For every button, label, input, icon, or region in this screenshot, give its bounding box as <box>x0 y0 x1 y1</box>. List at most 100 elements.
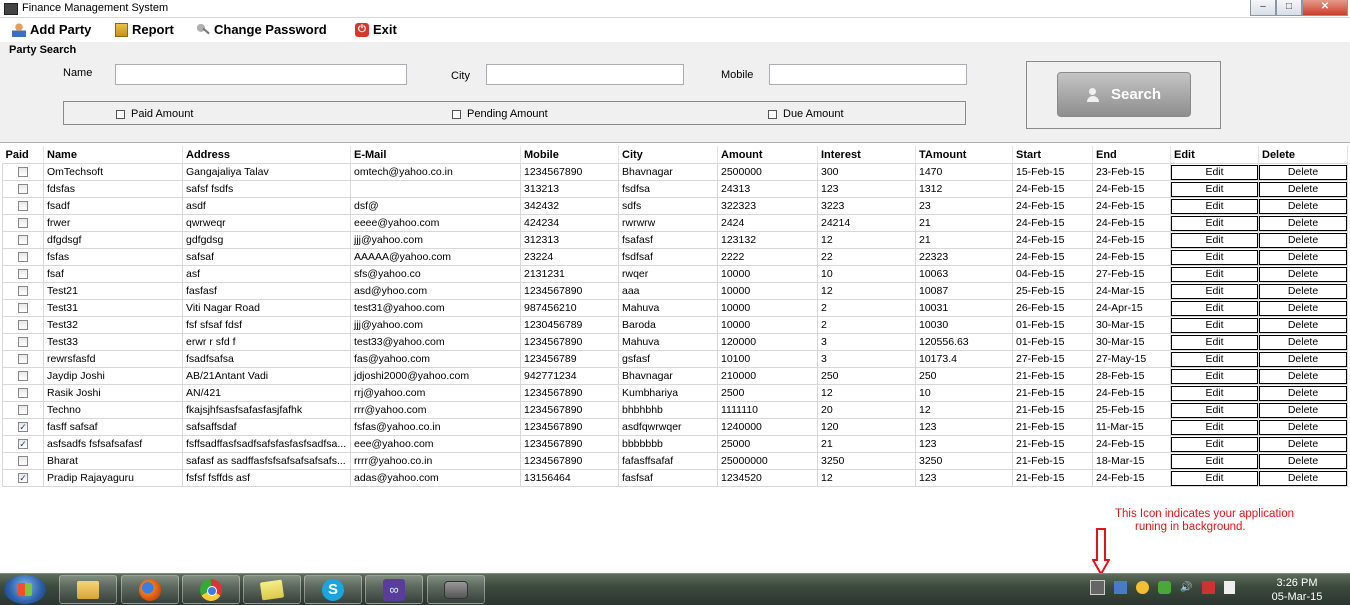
delete-button[interactable]: Delete <box>1259 419 1347 435</box>
delete-button[interactable]: Delete <box>1259 198 1347 214</box>
paid-amount-checkbox[interactable]: Paid Amount <box>116 108 193 120</box>
edit-button[interactable]: Edit <box>1171 266 1258 282</box>
edit-button[interactable]: Edit <box>1171 181 1258 197</box>
edit-button[interactable]: Edit <box>1171 368 1258 384</box>
edit-button[interactable]: Edit <box>1171 453 1258 469</box>
edit-button[interactable]: Edit <box>1171 334 1258 350</box>
delete-button[interactable]: Delete <box>1259 470 1347 486</box>
delete-button[interactable]: Delete <box>1259 215 1347 231</box>
checkbox-icon[interactable] <box>18 456 28 467</box>
close-button[interactable]: ✕ <box>1302 0 1348 16</box>
menu-add-party[interactable]: Add Party <box>12 22 91 37</box>
search-button[interactable]: Search <box>1057 72 1191 117</box>
edit-button[interactable]: Edit <box>1171 436 1258 452</box>
city-input[interactable] <box>486 64 684 85</box>
delete-button[interactable]: Delete <box>1259 232 1347 248</box>
edit-button[interactable]: Edit <box>1171 317 1258 333</box>
taskbar-skype[interactable]: S <box>304 575 362 604</box>
delete-button[interactable]: Delete <box>1259 283 1347 299</box>
delete-button[interactable]: Delete <box>1259 317 1347 333</box>
taskbar-chrome[interactable] <box>182 575 240 604</box>
column-header-amount[interactable]: Amount <box>717 146 818 164</box>
column-header-start[interactable]: Start <box>1012 146 1093 164</box>
delete-button[interactable]: Delete <box>1259 266 1347 282</box>
checkbox-icon[interactable] <box>18 405 28 416</box>
edit-button[interactable]: Edit <box>1171 198 1258 214</box>
minimize-button[interactable]: – <box>1250 0 1276 16</box>
delete-button[interactable]: Delete <box>1259 402 1347 418</box>
maximize-button[interactable]: □ <box>1276 0 1302 16</box>
delete-button[interactable]: Delete <box>1259 368 1347 384</box>
delete-button[interactable]: Delete <box>1259 351 1347 367</box>
menu-exit[interactable]: ⏻ Exit <box>355 22 397 37</box>
column-header-paid[interactable]: Paid <box>2 146 44 164</box>
pending-amount-checkbox[interactable]: Pending Amount <box>452 108 548 120</box>
column-header-mobile[interactable]: Mobile <box>520 146 619 164</box>
column-header-delete[interactable]: Delete <box>1258 146 1348 164</box>
column-header-name[interactable]: Name <box>43 146 183 164</box>
checkbox-icon[interactable] <box>18 337 28 348</box>
taskbar-clock[interactable]: 3:26 PM 05-Mar-15 <box>1262 576 1332 604</box>
mobile-input[interactable] <box>769 64 967 85</box>
action-center-tray-icon[interactable] <box>1202 581 1215 594</box>
delete-button[interactable]: Delete <box>1259 181 1347 197</box>
taskbar-firefox[interactable] <box>121 575 179 604</box>
edit-button[interactable]: Edit <box>1171 385 1258 401</box>
display-tray-icon[interactable] <box>1224 581 1235 594</box>
column-header-edit[interactable]: Edit <box>1170 146 1259 164</box>
name-input[interactable] <box>115 64 407 85</box>
edit-button[interactable]: Edit <box>1171 249 1258 265</box>
edit-button[interactable]: Edit <box>1171 402 1258 418</box>
taskbar-finance-app[interactable] <box>427 575 485 604</box>
delete-button[interactable]: Delete <box>1259 385 1347 401</box>
checkbox-icon[interactable] <box>18 303 28 314</box>
checked-checkbox-icon[interactable]: ✓ <box>18 473 28 484</box>
network-tray-icon[interactable] <box>1114 581 1127 594</box>
checkbox-icon[interactable] <box>18 235 28 246</box>
checkbox-icon[interactable] <box>18 252 28 263</box>
taskbar-explorer[interactable] <box>59 575 117 604</box>
background-app-tray-icon[interactable] <box>1090 580 1105 595</box>
taskbar-visual-studio[interactable]: ∞ <box>365 575 423 604</box>
column-header-e-mail[interactable]: E-Mail <box>350 146 521 164</box>
checked-checkbox-icon[interactable]: ✓ <box>18 422 28 433</box>
edit-button[interactable]: Edit <box>1171 470 1258 486</box>
edit-button[interactable]: Edit <box>1171 232 1258 248</box>
delete-button[interactable]: Delete <box>1259 436 1347 452</box>
checkbox-icon[interactable] <box>18 218 28 229</box>
column-header-address[interactable]: Address <box>182 146 351 164</box>
column-header-end[interactable]: End <box>1092 146 1171 164</box>
checkbox-icon[interactable] <box>18 167 28 178</box>
edit-button[interactable]: Edit <box>1171 215 1258 231</box>
checkbox-icon[interactable] <box>18 286 28 297</box>
edit-button[interactable]: Edit <box>1171 300 1258 316</box>
notification-tray-icon[interactable] <box>1136 581 1149 594</box>
start-button[interactable] <box>4 575 46 604</box>
security-tray-icon[interactable] <box>1158 581 1171 594</box>
delete-button[interactable]: Delete <box>1259 249 1347 265</box>
checkbox-icon[interactable] <box>18 201 28 212</box>
column-header-tamount[interactable]: TAmount <box>915 146 1013 164</box>
volume-tray-icon[interactable]: 🔊 <box>1180 581 1193 594</box>
checkbox-icon[interactable] <box>18 184 28 195</box>
delete-button[interactable]: Delete <box>1259 300 1347 316</box>
column-header-city[interactable]: City <box>618 146 718 164</box>
delete-button[interactable]: Delete <box>1259 164 1347 180</box>
checked-checkbox-icon[interactable]: ✓ <box>18 439 28 450</box>
edit-button[interactable]: Edit <box>1171 351 1258 367</box>
checkbox-icon[interactable] <box>18 269 28 280</box>
edit-button[interactable]: Edit <box>1171 419 1258 435</box>
checkbox-icon[interactable] <box>18 320 28 331</box>
delete-button[interactable]: Delete <box>1259 334 1347 350</box>
menu-report[interactable]: Report <box>115 22 174 37</box>
due-amount-checkbox[interactable]: Due Amount <box>768 108 844 120</box>
column-header-interest[interactable]: Interest <box>817 146 916 164</box>
taskbar-sticky-notes[interactable] <box>243 575 301 604</box>
checkbox-icon[interactable] <box>18 354 28 365</box>
checkbox-icon[interactable] <box>18 371 28 382</box>
delete-button[interactable]: Delete <box>1259 453 1347 469</box>
menu-change-password[interactable]: Change Password <box>196 22 327 37</box>
checkbox-icon[interactable] <box>18 388 28 399</box>
edit-button[interactable]: Edit <box>1171 283 1258 299</box>
edit-button[interactable]: Edit <box>1171 164 1258 180</box>
